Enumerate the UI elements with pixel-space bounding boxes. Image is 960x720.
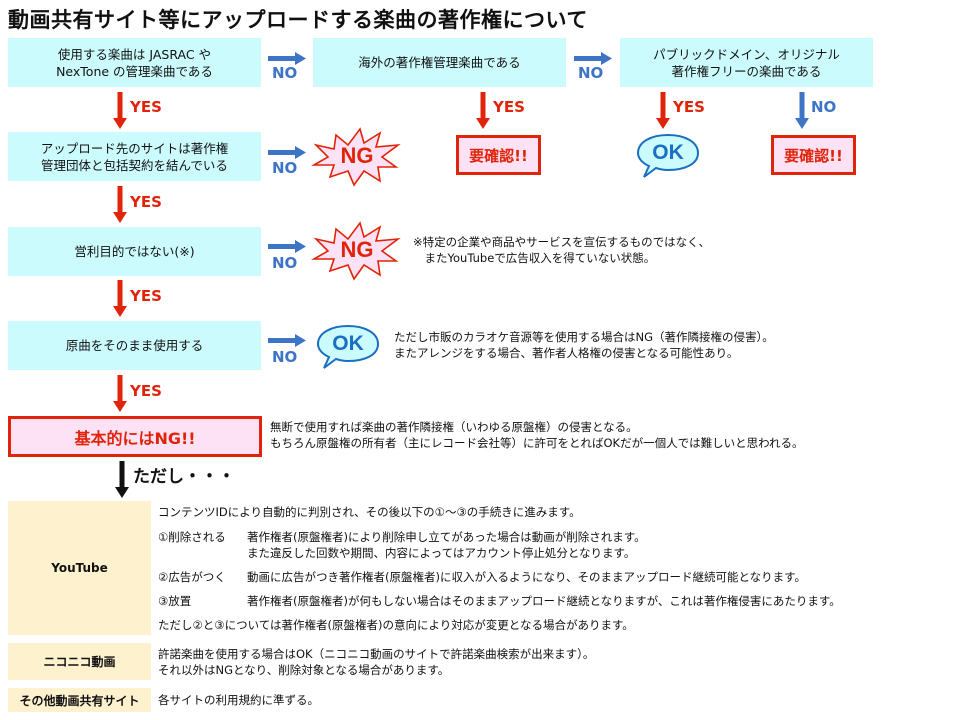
no-label: NO [272, 348, 298, 366]
question-box-non-commercial: 営利目的ではない(※) [8, 227, 261, 276]
ng-text: NG [340, 143, 374, 168]
site-label-niconico: ニコニコ動画 [8, 643, 151, 680]
no-arrow-right-icon [268, 334, 306, 347]
basically-ng-note: 無断で使用すれば楽曲の著作隣接権（いわゆる原盤権）の侵害となる。 もちろん原盤権… [270, 419, 804, 451]
confirm-required-box: 要確認!! [771, 135, 856, 175]
question-text: 管理団体と包括契約を結んでいる [41, 157, 228, 173]
ok-text: OK [652, 140, 684, 164]
niconico-text: 許諾楽曲を使用する場合はOK（ニコニコ動画のサイトで許諾楽曲検索が出来ます）。 … [158, 646, 594, 678]
note-line: もちろん原盤権の所有者（主にレコード会社等）に許可をとればOKだが一個人では難し… [270, 436, 804, 450]
however-arrow-down-icon [115, 461, 129, 498]
ng-starburst: NG [310, 221, 402, 281]
niconico-line: 許諾楽曲を使用する場合はOK（ニコニコ動画のサイトで許諾楽曲検索が出来ます）。 [158, 647, 595, 661]
ng-text: NG [340, 237, 374, 262]
commercial-note: ※特定の企業や商品やサービスを宣伝するものではなく、 またYouTubeで広告収… [413, 234, 710, 266]
however-label: ただし・・・ [133, 467, 235, 487]
site-name: ニコニコ動画 [43, 655, 116, 669]
youtube-item-text: 動画に広告がつき著作権者(原盤権者)に収入が入るようになり、そのままアップロード… [247, 570, 807, 584]
yes-arrow-down-icon [113, 92, 127, 129]
site-name: その他動画共有サイト [19, 693, 140, 708]
ng-starburst: NG [310, 127, 402, 187]
question-box-jasrac: 使用する楽曲は JASRAC や NexTone の管理楽曲である [8, 38, 261, 87]
no-arrow-right-icon [268, 240, 306, 253]
yes-label: YES [130, 98, 162, 116]
confirm-text: 要確認!! [784, 146, 843, 165]
niconico-line: それ以外はNGとなり、削除対象となる場合があります。 [158, 663, 450, 677]
yes-arrow-down-icon [113, 280, 127, 317]
question-box-overseas: 海外の著作権管理楽曲である [313, 38, 566, 87]
no-arrow-down-icon [795, 92, 809, 129]
youtube-footer: ただし②と③については著作権者(原盤権者)の意向により対応が変更となる場合があり… [158, 618, 634, 632]
yes-label: YES [130, 287, 162, 305]
no-label: NO [272, 64, 298, 82]
no-label: NO [272, 254, 298, 272]
question-text: アップロード先のサイトは著作権 [40, 140, 229, 156]
youtube-item-label: ③放置 [158, 594, 192, 608]
no-label: NO [272, 159, 298, 177]
question-text: NexTone の管理楽曲である [56, 63, 213, 79]
youtube-item-text: また違反した回数や期間、内容によってはアカウント停止処分となります。 [247, 546, 636, 560]
yes-arrow-down-icon [476, 92, 490, 129]
no-label: NO [811, 98, 837, 116]
question-text: 使用する楽曲は JASRAC や [57, 46, 212, 62]
ok-speech-bubble: OK [316, 324, 380, 372]
ok-text: OK [332, 331, 364, 355]
question-box-public-domain: パブリックドメイン、オリジナル 著作権フリーの楽曲である [620, 38, 873, 87]
yes-label: YES [493, 98, 525, 116]
yes-label: YES [130, 382, 162, 400]
youtube-item-text: 著作権者(原盤権者)が何もしない場合はそのままアップロード継続となりますが、これ… [247, 594, 841, 608]
youtube-intro: コンテンツIDにより自動的に判別され、その後以下の①～③の手続きに進みます。 [158, 505, 581, 519]
question-box-original-song: 原曲をそのまま使用する [8, 321, 261, 370]
ok-speech-bubble: OK [636, 133, 700, 181]
yes-arrow-down-icon [113, 375, 127, 412]
basically-ng-text: 基本的にはNG!! [74, 428, 196, 448]
youtube-item-text: 著作権者(原盤権者)により削除申し立てがあった場合は動画が削除されます。 [247, 530, 646, 544]
yes-label: YES [673, 98, 705, 116]
confirm-text: 要確認!! [469, 146, 528, 165]
basically-ng-box: 基本的にはNG!! [8, 416, 262, 457]
note-line: ただし市販のカラオケ音源等を使用する場合はNG（著作隣接権の侵害）。 [394, 330, 774, 344]
no-arrow-right-icon [268, 146, 306, 159]
site-name: YouTube [51, 561, 108, 575]
site-label-other: その他動画共有サイト [8, 688, 151, 712]
youtube-item-label: ①削除される [158, 530, 226, 544]
no-label: NO [578, 64, 604, 82]
yes-arrow-down-icon [113, 186, 127, 223]
yes-arrow-down-icon [656, 92, 670, 129]
question-text: 営利目的ではない(※) [74, 244, 195, 259]
confirm-required-box: 要確認!! [456, 135, 541, 175]
note-line: ※特定の企業や商品やサービスを宣伝するものではなく、 [413, 235, 711, 249]
site-label-youtube: YouTube [8, 501, 151, 635]
question-text: パブリックドメイン、オリジナル [653, 46, 840, 62]
note-line: 無断で使用すれば楽曲の著作隣接権（いわゆる原盤権）の侵害となる。 [270, 420, 638, 434]
question-text: 海外の著作権管理楽曲である [358, 55, 521, 70]
page-title: 動画共有サイト等にアップロードする楽曲の著作権について [8, 8, 588, 32]
youtube-item-label: ②広告がつく [158, 570, 226, 584]
question-box-blanket-license: アップロード先のサイトは著作権 管理団体と包括契約を結んでいる [8, 132, 261, 181]
question-text: 原曲をそのまま使用する [65, 338, 204, 353]
yes-label: YES [130, 193, 162, 211]
note-line: またアレンジをする場合、著作者人格権の侵害となる可能性あり。 [394, 346, 739, 360]
question-text: 著作権フリーの楽曲である [671, 63, 822, 79]
note-line: またYouTubeで広告収入を得ていない状態。 [413, 251, 656, 265]
original-note: ただし市販のカラオケ音源等を使用する場合はNG（著作隣接権の侵害）。 またアレン… [394, 329, 774, 361]
other-sites-text: 各サイトの利用規約に準ずる。 [158, 693, 319, 707]
